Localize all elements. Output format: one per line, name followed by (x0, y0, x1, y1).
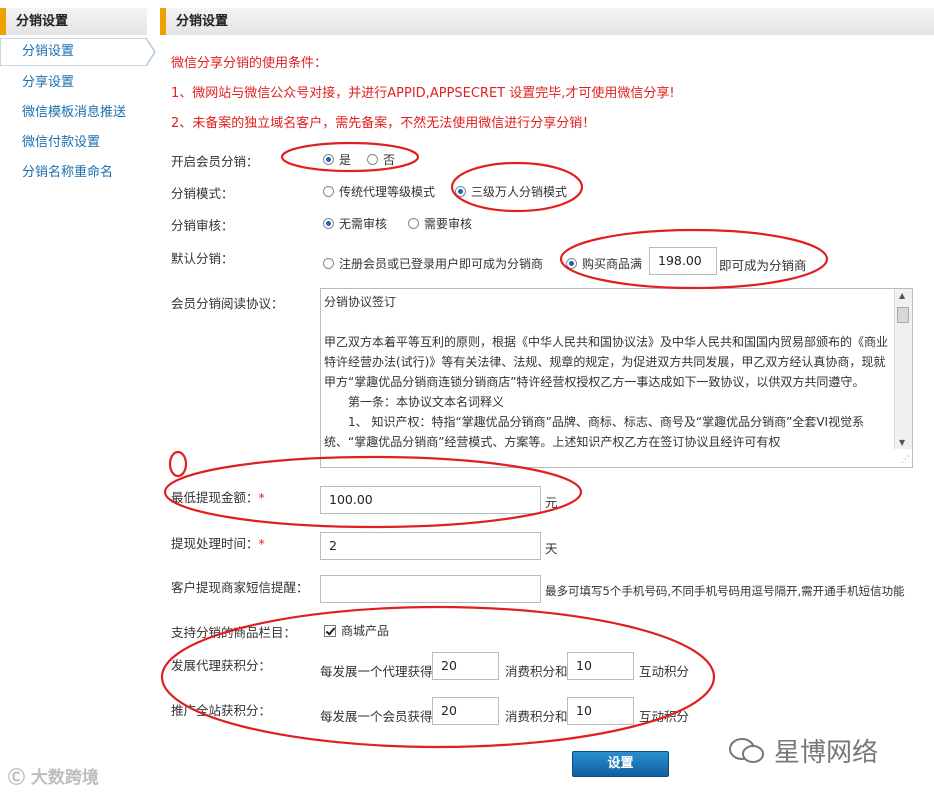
radio-label: 三级万人分销模式 (471, 185, 568, 199)
radio-label: 传统代理等级模式 (339, 185, 436, 199)
category-mall-checkbox[interactable]: 商城产品 (324, 622, 389, 639)
resize-grip-icon[interactable]: ⋰ (901, 455, 910, 465)
sidebar-item-wechat-payment[interactable]: 微信付款设置 (22, 133, 100, 153)
default-label: 默认分销： (171, 251, 234, 266)
radio-label: 是 (339, 153, 352, 167)
notice-line-1: 1、微网站与微信公众号对接，并进行APPID,APPSECRET 设置完毕,才可… (171, 86, 675, 101)
min-withdraw-label: 最低提现金额：* (171, 487, 265, 506)
scroll-down-icon[interactable]: ▼ (899, 438, 905, 447)
notice-title: 微信分享分销的使用条件： (171, 56, 328, 71)
promo-points-suffix: 互动积分 (639, 709, 690, 724)
checkbox-label: 商城产品 (341, 624, 390, 638)
scroll-thumb[interactable] (897, 307, 909, 323)
agent-interact-points-input[interactable]: 10 (567, 652, 634, 680)
agent-points-mid: 消费积分和 (505, 664, 568, 679)
wechat-logo-icon (729, 737, 764, 763)
sms-label: 客户提现商家短信提醒： (171, 580, 309, 595)
promo-interact-points-input[interactable]: 10 (567, 697, 634, 725)
watermark-right: 星博网络 (728, 732, 878, 769)
withdraw-time-unit: 天 (545, 541, 558, 556)
sidebar-item-rename[interactable]: 分销名称重命名 (22, 163, 113, 183)
radio-icon (566, 258, 577, 269)
sidebar-header: 分销设置 (0, 8, 147, 35)
agreement-line: 甲乙双方本着平等互利的原则，根据《中华人民共和国协议法》及中华人民共和国国内贸易… (324, 335, 889, 389)
required-star: * (258, 536, 265, 551)
agreement-line: 分销协议签订 (324, 295, 397, 309)
promo-consume-points-input[interactable]: 20 (432, 697, 499, 725)
sms-hint: 最多可填写5个手机号码,不同手机号码用逗号隔开,需开通手机短信功能 (545, 584, 905, 598)
sidebar-item-wechat-template[interactable]: 微信模板消息推送 (22, 103, 126, 123)
sidebar-item-label: 分销设置 (22, 44, 75, 59)
watermark-left-text: 大数跨境 (30, 768, 99, 788)
agent-consume-points-input[interactable]: 20 (432, 652, 499, 680)
radio-icon (408, 218, 419, 229)
radio-label: 购买商品满 (582, 257, 643, 271)
page-title: 分销设置 (160, 8, 934, 35)
radio-label: 否 (383, 153, 396, 167)
scroll-up-icon[interactable]: ▲ (899, 291, 905, 300)
radio-icon (367, 154, 378, 165)
annotation-ellipse (168, 450, 188, 478)
default-register-radio[interactable]: 注册会员或已登录用户即可成为分销商 (323, 255, 543, 272)
agreement-line: 第一条：本协议文本名词释义 (324, 395, 505, 409)
sidebar-item-distribution-settings[interactable]: 分销设置 (0, 38, 156, 66)
mode-three-level-radio[interactable]: 三级万人分销模式 (455, 183, 567, 200)
mode-traditional-radio[interactable]: 传统代理等级模式 (323, 183, 435, 200)
agent-points-label: 发展代理获积分： (171, 658, 272, 673)
agreement-text: 分销协议签订 甲乙双方本着平等互利的原则，根据《中华人民共和国协议法》及中华人民… (324, 292, 890, 452)
min-withdraw-label-text: 最低提现金额： (171, 490, 259, 505)
promo-points-mid: 消费积分和 (505, 709, 568, 724)
agreement-line (324, 312, 890, 332)
sms-phone-input[interactable] (320, 575, 541, 603)
checkbox-checked-icon (324, 624, 336, 637)
radio-icon (323, 258, 334, 269)
mode-label: 分销模式： (171, 186, 234, 201)
withdraw-time-label-text: 提现处理时间： (171, 536, 259, 551)
radio-icon (323, 154, 334, 165)
sidebar-item-share-settings[interactable]: 分享设置 (22, 73, 74, 93)
promo-points-prefix: 每发展一个会员获得 (320, 709, 433, 724)
min-withdraw-unit: 元 (545, 495, 558, 510)
watermark-logo-icon: Ⓒ (8, 768, 25, 788)
radio-icon (323, 186, 334, 197)
purchase-amount-suffix: 即可成为分销商 (719, 258, 807, 273)
category-label: 支持分销的商品栏目： (171, 625, 297, 640)
notice-line-2: 2、未备案的独立域名客户，需先备案，不然无法使用微信进行分享分销！ (171, 116, 596, 131)
required-star: * (258, 490, 265, 505)
radio-icon (323, 218, 334, 229)
sidebar: 分销设置 分销设置 分享设置 微信模板消息推送 微信付款设置 分销名称重命名 (0, 0, 156, 795)
audit-none-radio[interactable]: 无需审核 (323, 215, 387, 232)
agreement-textarea[interactable]: 分销协议签订 甲乙双方本着平等互利的原则，根据《中华人民共和国协议法》及中华人民… (320, 288, 913, 468)
min-withdraw-input[interactable]: 100.00 (320, 486, 541, 514)
submit-settings-button[interactable]: 设置 (572, 751, 669, 777)
enable-no-radio[interactable]: 否 (367, 151, 395, 168)
promo-points-label: 推广全站获积分： (171, 703, 272, 718)
radio-label: 无需审核 (339, 217, 388, 231)
watermark-right-text: 星博网络 (774, 738, 879, 768)
watermark-left: Ⓒ 大数跨境 (8, 763, 99, 788)
agreement-scrollbar[interactable]: ▲ ▼ (894, 289, 912, 449)
audit-label: 分销审核： (171, 218, 234, 233)
withdraw-time-label: 提现处理时间：* (171, 533, 265, 552)
enable-label: 开启会员分销： (171, 154, 259, 169)
enable-yes-radio[interactable]: 是 (323, 151, 351, 168)
agent-points-suffix: 互动积分 (639, 664, 690, 679)
default-purchase-radio[interactable]: 购买商品满 (566, 255, 642, 272)
purchase-amount-input[interactable]: 198.00 (649, 247, 717, 275)
radio-icon (455, 186, 466, 197)
audit-required-radio[interactable]: 需要审核 (408, 215, 472, 232)
agent-points-prefix: 每发展一个代理获得 (320, 664, 433, 679)
withdraw-time-input[interactable]: 2 (320, 532, 541, 560)
agreement-line: 1、 知识产权：特指“掌趣优品分销商”品牌、商标、标志、商号及“掌趣优品分销商”… (324, 415, 865, 449)
radio-label: 需要审核 (424, 217, 473, 231)
radio-label: 注册会员或已登录用户即可成为分销商 (339, 257, 544, 271)
agreement-label: 会员分销阅读协议： (171, 296, 284, 311)
